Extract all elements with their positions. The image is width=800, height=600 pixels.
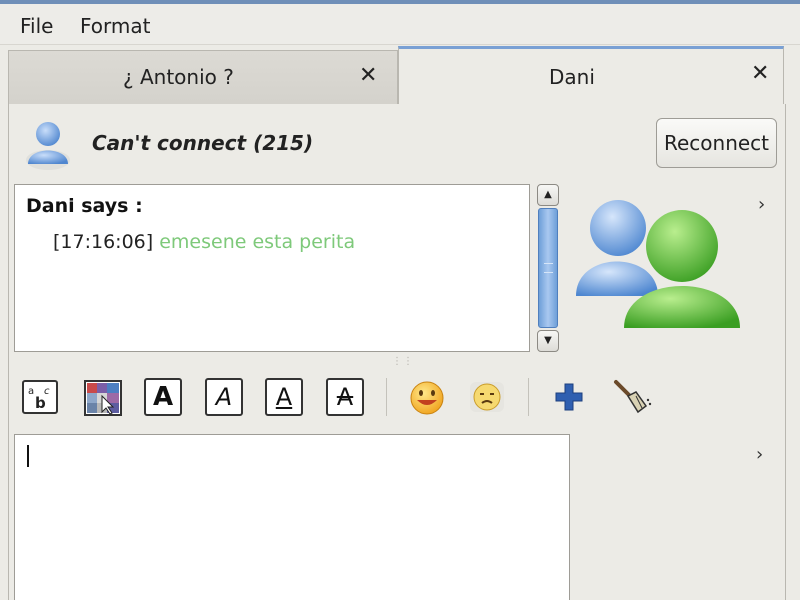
invite-button[interactable] (550, 378, 588, 416)
wink-icon (470, 382, 504, 412)
conversation-scrollbar[interactable]: ▲ ▼ (537, 184, 561, 352)
thumb-grip-icon (544, 263, 553, 273)
bold-icon: A (152, 382, 174, 412)
underline-button[interactable]: A (265, 378, 303, 416)
strikethrough-icon: A (336, 383, 354, 411)
expand-right-icon[interactable]: › (756, 444, 763, 465)
message-timestamp: [17:16:06] (53, 231, 154, 253)
expand-right-icon[interactable]: › (758, 194, 765, 215)
italic-button[interactable]: A (205, 378, 243, 416)
message-line: [17:16:06] emesene esta perita (53, 231, 355, 253)
spellcheck-icon: a c b (28, 386, 50, 412)
reconnect-button[interactable]: Reconnect (656, 118, 777, 168)
menubar: File Format (0, 4, 800, 45)
tab-label: Dani (549, 65, 595, 89)
tab-dani[interactable]: Dani ✕ (398, 46, 784, 104)
clear-button[interactable] (612, 378, 652, 416)
contact-status-icon (26, 122, 70, 170)
scroll-up-icon[interactable]: ▲ (537, 184, 559, 206)
status-text: Can't connect (215) (92, 131, 314, 155)
tab-antonio[interactable]: ¿ Antonio ? ✕ (8, 50, 398, 104)
tab-close-icon[interactable]: ✕ (359, 63, 377, 88)
tab-label: ¿ Antonio ? (123, 65, 234, 89)
scroll-down-icon[interactable]: ▼ (537, 330, 559, 352)
scroll-thumb[interactable] (538, 208, 558, 328)
toolbar-separator (386, 378, 387, 416)
italic-icon: A (215, 383, 233, 411)
message-input[interactable] (14, 434, 570, 600)
svg-text:b: b (35, 394, 46, 412)
menu-format[interactable]: Format (80, 14, 150, 38)
emoticon-button[interactable] (408, 378, 446, 416)
invite-icon (555, 383, 583, 411)
toolbar-separator (528, 378, 529, 416)
spellcheck-button[interactable]: a c b (22, 380, 58, 414)
text-caret (27, 445, 29, 467)
pane-splitter-handle[interactable]: ⋮⋮ (392, 356, 414, 367)
svg-text:a: a (28, 386, 34, 397)
conversation-view[interactable]: Dani says : [17:16:06] emesene esta peri… (14, 184, 530, 352)
font-color-icon (84, 380, 122, 416)
clear-icon (614, 380, 652, 414)
font-color-button[interactable] (84, 380, 122, 416)
strikethrough-button[interactable]: A (326, 378, 364, 416)
tab-close-icon[interactable]: ✕ (751, 61, 769, 86)
message-text: emesene esta perita (159, 231, 356, 253)
menu-file[interactable]: File (20, 14, 53, 38)
wink-button[interactable] (468, 378, 506, 416)
contact-avatar (576, 200, 740, 328)
emoticon-icon (410, 381, 444, 415)
bold-button[interactable]: A (144, 378, 182, 416)
sender-line: Dani says : (26, 195, 143, 217)
underline-icon: A (275, 383, 293, 411)
